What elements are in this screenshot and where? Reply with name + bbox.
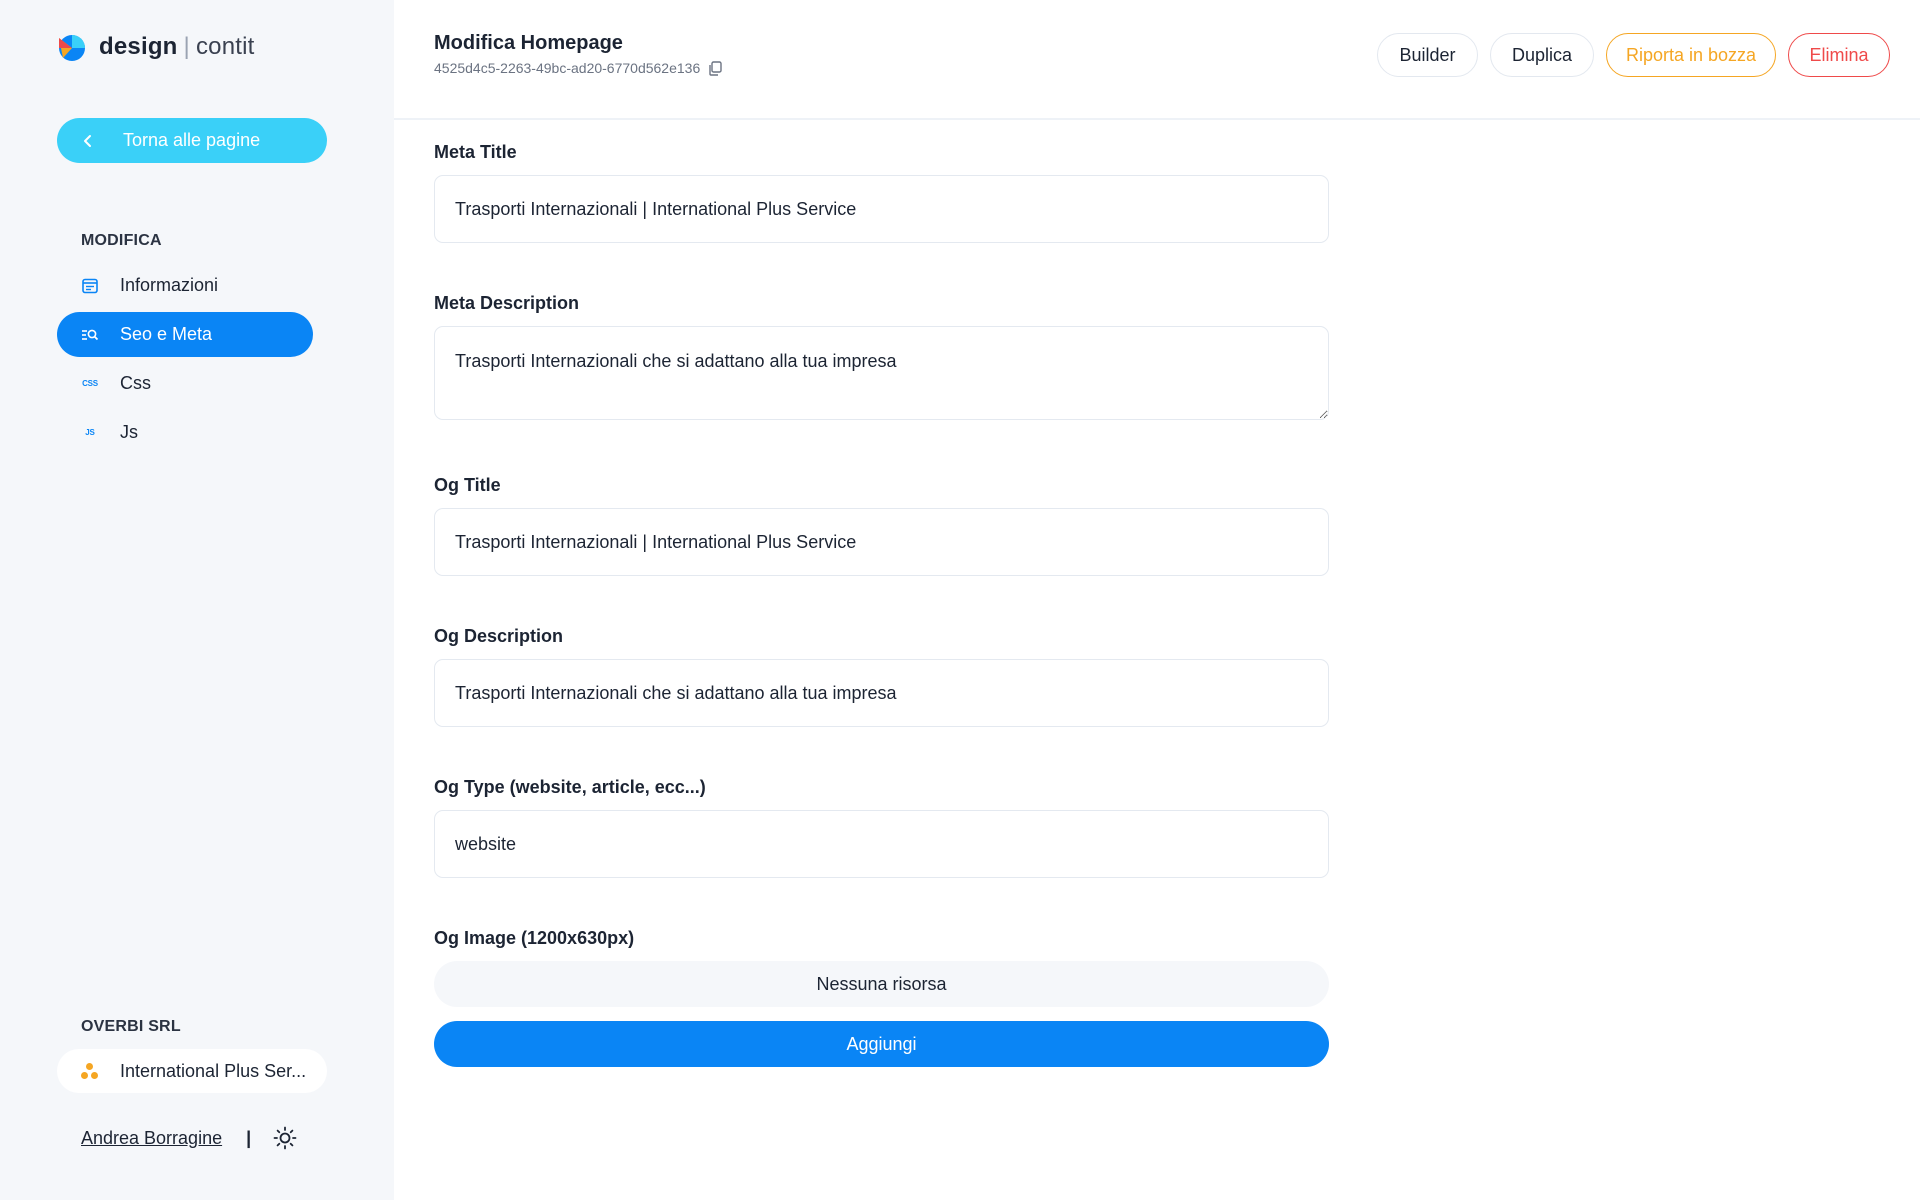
logo-mark-icon <box>59 35 85 61</box>
section-label-modifica: MODIFICA <box>81 232 162 249</box>
brand-subname: contit <box>195 33 255 60</box>
sidebar-item-label: Css <box>120 373 151 393</box>
sidebar-item-js[interactable]: JS Js <box>57 410 313 455</box>
delete-button[interactable]: Elimina <box>1788 33 1890 77</box>
sidebar-item-label: Informazioni <box>120 275 219 295</box>
og-image-label: Og Image (1200x630px) <box>434 928 635 948</box>
user-divider: | <box>246 1127 252 1148</box>
site-selector[interactable]: International Plus Ser... <box>57 1049 327 1093</box>
sidebar-item-css[interactable]: CSS Css <box>57 361 313 406</box>
meta-description-label: Meta Description <box>434 293 580 313</box>
og-description-label: Og Description <box>434 626 564 646</box>
sidebar-item-label: Js <box>120 422 138 442</box>
meta-title-label: Meta Title <box>434 142 517 162</box>
brand-divider: | <box>183 33 190 60</box>
site-name: International Plus Ser... <box>120 1060 307 1081</box>
meta-title-field[interactable] <box>434 175 1329 243</box>
og-type-field[interactable] <box>434 810 1329 878</box>
seo-search-icon <box>80 325 100 345</box>
sidebar-item-seo-meta[interactable]: Seo e Meta <box>57 312 313 357</box>
sun-icon[interactable] <box>273 1126 297 1150</box>
info-card-icon <box>80 276 100 296</box>
user-profile-link[interactable]: Andrea Borragine <box>81 1128 222 1149</box>
no-resource-placeholder: Nessuna risorsa <box>434 961 1329 1007</box>
duplicate-button[interactable]: Duplica <box>1490 33 1594 77</box>
og-title-field[interactable] <box>434 508 1329 576</box>
back-to-pages-button[interactable]: Torna alle pagine <box>57 118 327 163</box>
sidebar-item-informazioni[interactable]: Informazioni <box>57 263 313 308</box>
sidebar-item-label: Seo e Meta <box>120 324 213 344</box>
page-title: Modifica Homepage <box>434 32 623 54</box>
sidebar: design | contit Torna alle pagine MODIFICA… <box>0 0 394 1200</box>
back-button-label: Torna alle pagine <box>123 130 261 150</box>
site-dots-icon <box>80 1062 100 1080</box>
meta-description-field[interactable]: Trasporti Internazionali che si adattano… <box>434 326 1329 420</box>
og-description-field[interactable] <box>434 659 1329 727</box>
builder-button[interactable]: Builder <box>1377 33 1478 77</box>
brand-name: design <box>99 33 178 60</box>
css-icon: CSS <box>82 379 98 388</box>
page-id: 4525d4c5-2263-49bc-ad20-6770d562e136 <box>434 60 701 76</box>
revert-to-draft-button[interactable]: Riporta in bozza <box>1606 33 1776 77</box>
og-type-label: Og Type (website, article, ecc...) <box>434 777 706 797</box>
add-image-button[interactable]: Aggiungi <box>434 1021 1329 1067</box>
chevron-left-icon <box>84 134 91 147</box>
app-logo[interactable]: design | contit <box>55 30 255 64</box>
user-row: Andrea Borragine | <box>81 1126 297 1150</box>
copy-icon[interactable] <box>708 60 722 76</box>
og-title-label: Og Title <box>434 475 501 495</box>
js-icon: JS <box>85 428 95 437</box>
org-label: OVERBI SRL <box>81 1018 181 1035</box>
page-header: Modifica Homepage 4525d4c5-2263-49bc-ad2… <box>394 0 1920 120</box>
page-id-row: 4525d4c5-2263-49bc-ad20-6770d562e136 <box>434 60 722 76</box>
